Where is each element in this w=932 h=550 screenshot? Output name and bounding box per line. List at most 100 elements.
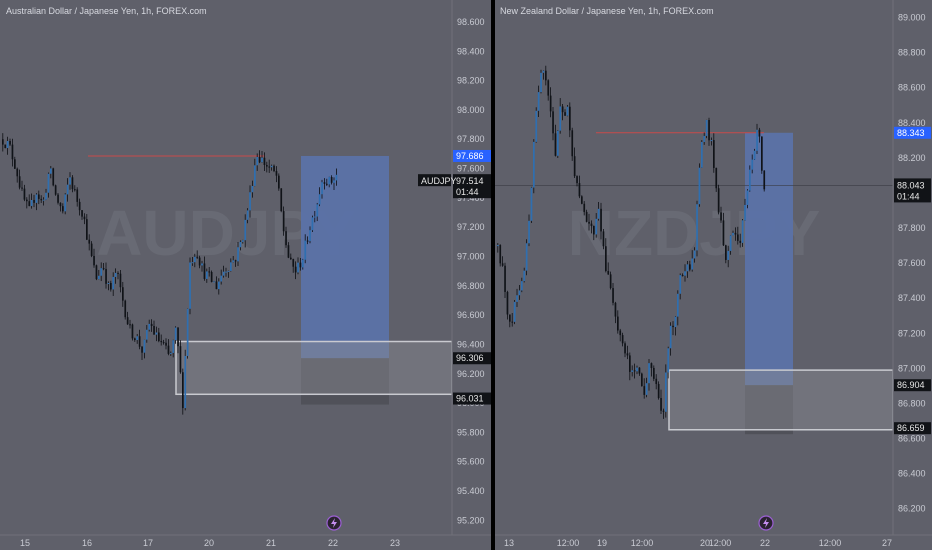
candle-body (333, 180, 335, 183)
candle-body (150, 323, 153, 327)
candle-body (518, 290, 521, 296)
time-tick-label: 12:00 (819, 538, 842, 548)
price-tick-label: 86.600 (898, 434, 926, 444)
candle-body (330, 177, 333, 183)
candle-body (45, 192, 47, 200)
candle-body (213, 281, 215, 283)
candle-body (693, 250, 696, 259)
time-axis[interactable]: 13 12:00 19 12:00 2012:00 22 12:00 27 (495, 534, 932, 550)
chart-panel-nzdjpy[interactable]: NZDJPY 89.000 88.800 88.600 88.400 88.200 88.… (495, 0, 932, 550)
candle-body (131, 324, 134, 339)
candle-body (744, 204, 746, 221)
candle-body (270, 165, 273, 168)
candle-body (316, 204, 319, 217)
price-tick-label: 86.200 (898, 504, 926, 514)
price-axis[interactable]: 89.00088.80088.60088.40088.20088.00087.8… (892, 0, 932, 535)
candle-body (215, 281, 218, 290)
candle-body (170, 352, 172, 354)
candle-body (28, 201, 31, 206)
candle-body (66, 184, 69, 195)
candle-body (595, 218, 598, 235)
time-tick-label: 12:00 (557, 538, 580, 548)
candle-body (2, 139, 4, 145)
candle-body (593, 226, 595, 235)
candle-body (318, 194, 321, 205)
candle-body (239, 241, 242, 248)
candle-body (124, 300, 127, 318)
candle-body (98, 275, 100, 280)
time-tick-label: 17 (143, 538, 153, 548)
price-tick-label: 96.800 (457, 281, 485, 291)
time-tick-label: 12:00 (709, 538, 732, 548)
price-tick-label: 95.200 (457, 515, 485, 525)
candle-body (186, 308, 189, 356)
time-tick-label: 16 (82, 538, 92, 548)
candle-body (141, 346, 143, 353)
candle-body (741, 220, 744, 243)
candle-body (114, 272, 117, 277)
candle-body (645, 383, 648, 395)
candle-body (201, 263, 203, 266)
chart-panel-audjpy[interactable]: AUDJPY 98.600 98.400 98.200 98.000 97.800 97.… (0, 0, 492, 550)
current-price-tag: 97.514 (456, 176, 484, 186)
candle-body (641, 373, 643, 387)
candle-body (237, 247, 239, 262)
candle-body (561, 106, 564, 113)
candle-body (657, 384, 660, 399)
price-tick-label: 96.600 (457, 310, 485, 320)
panel-separator[interactable] (491, 0, 495, 550)
candle-body (266, 164, 268, 167)
candle-body (326, 183, 328, 185)
candle-body (297, 262, 299, 273)
candle-body (497, 245, 499, 247)
chart-title: New Zealand Dollar / Japanese Yen, 1h, F… (500, 6, 714, 16)
candle-body (533, 141, 535, 188)
time-axis[interactable]: 15 16 17 20 21 22 23 (0, 534, 492, 550)
candle-body (758, 129, 761, 137)
candle-body (612, 288, 614, 303)
candle-body (71, 177, 74, 190)
candle-body (720, 212, 722, 221)
candle-body (542, 70, 545, 73)
candle-body (559, 106, 562, 131)
price-tick-label: 86.400 (898, 469, 926, 479)
symbol-tag: AUDJPY (421, 176, 457, 186)
price-axis[interactable]: 98.60098.40098.20098.00097.80097.60097.4… (418, 0, 492, 535)
candle-body (540, 72, 542, 93)
candle-body (314, 216, 316, 218)
candle-body (234, 260, 237, 262)
candle-body (244, 219, 247, 241)
lightning-icon[interactable] (758, 515, 774, 531)
candle-body (679, 275, 682, 294)
candle-body (76, 189, 79, 202)
demand-zone (175, 340, 453, 396)
highlight-price-tag: 97.686 (456, 151, 484, 161)
price-tick-label: 86.800 (898, 398, 926, 408)
candle-body (753, 150, 756, 160)
candle-body (691, 258, 694, 270)
candle-body (280, 188, 283, 212)
time-tick-label: 22 (328, 538, 338, 548)
candle-body (669, 325, 672, 349)
candle-body (710, 140, 713, 142)
candle-body (218, 281, 220, 290)
candle-body (69, 177, 71, 185)
level-tag: 86.659 (897, 423, 925, 433)
candle-body (328, 177, 331, 185)
price-tick-label: 98.200 (457, 76, 485, 86)
candle-body (208, 271, 211, 273)
time-tick-label: 27 (882, 538, 892, 548)
candle-body (54, 185, 57, 195)
candle-body (117, 272, 119, 274)
time-tick-label: 22 (760, 538, 770, 548)
countdown-tag: 01:44 (897, 191, 920, 201)
candle-body (619, 330, 622, 336)
price-tick-label: 87.800 (898, 223, 926, 233)
candle-body (609, 274, 612, 289)
lightning-icon[interactable] (326, 515, 342, 531)
candle-body (501, 263, 504, 266)
time-axis-bg (0, 535, 492, 550)
price-tick-label: 87.600 (898, 258, 926, 268)
candle-body (624, 343, 626, 354)
candle-body (146, 329, 148, 340)
